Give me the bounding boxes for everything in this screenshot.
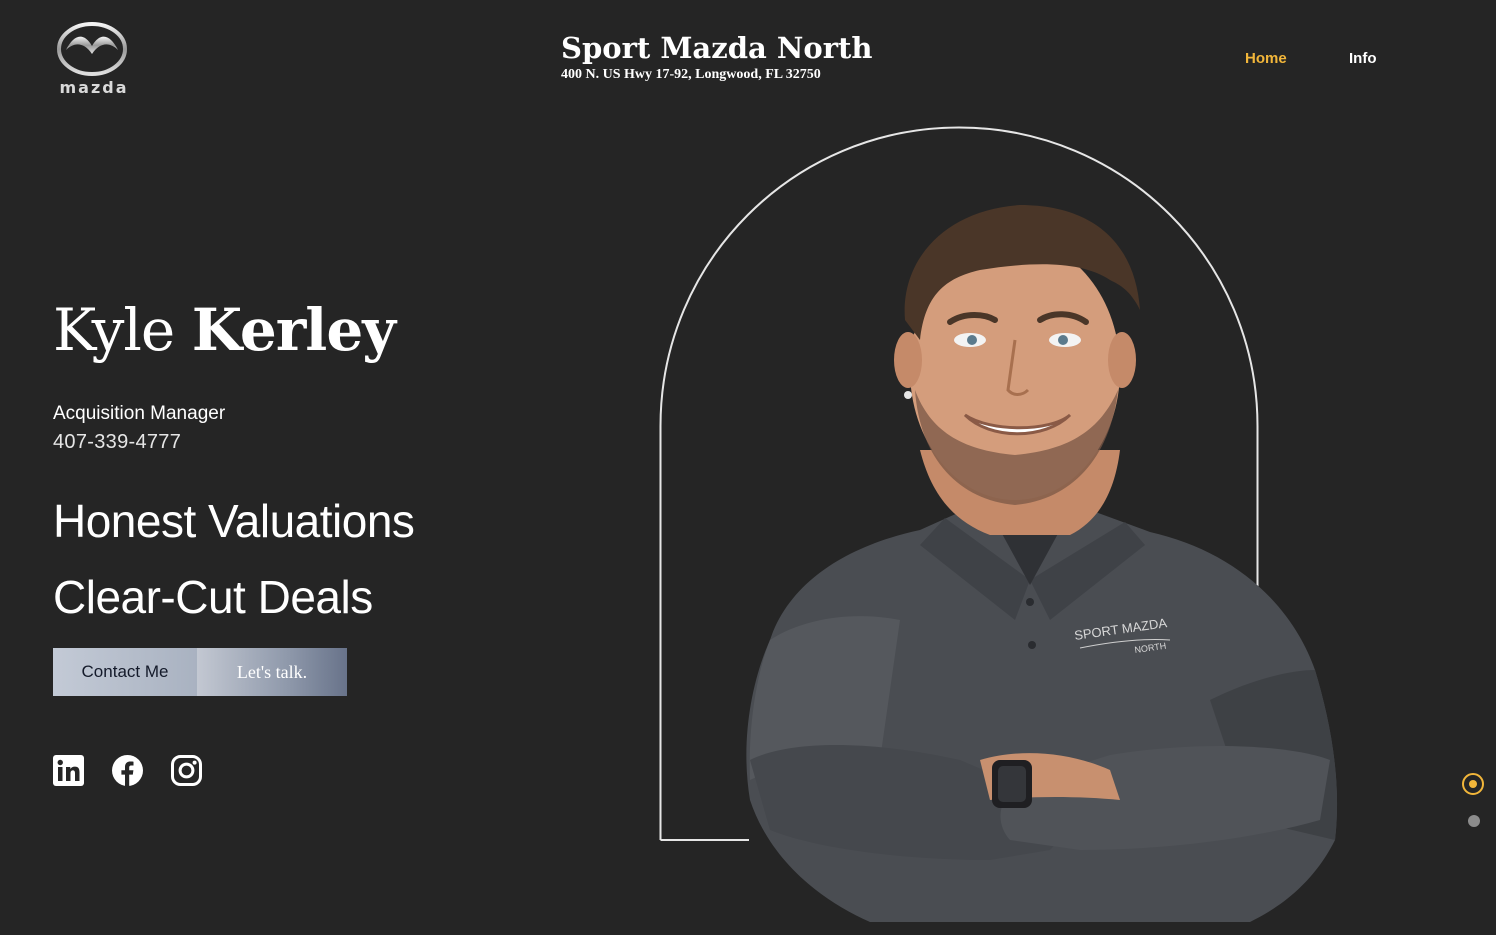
cta-group: Contact Me Let's talk. [53, 648, 347, 696]
phone-number[interactable]: 407-339-4777 [53, 430, 181, 454]
first-name: Kyle [53, 296, 175, 364]
mazda-logo[interactable]: mazda [50, 20, 140, 100]
mazda-wordmark: mazda [59, 78, 129, 97]
social-links [53, 755, 202, 786]
main-nav: Home Info [1245, 50, 1377, 67]
contact-me-button[interactable]: Contact Me [53, 648, 197, 696]
slide-indicator [1462, 773, 1488, 833]
nav-info-link[interactable]: Info [1349, 50, 1377, 67]
mazda-emblem-icon [57, 22, 127, 76]
dealer-address: 400 N. US Hwy 17-92, Longwood, FL 32750 [561, 67, 821, 82]
tagline-clear-cut-deals: Clear-Cut Deals [53, 571, 373, 623]
dealer-name: Sport Mazda North [561, 31, 873, 65]
linkedin-icon[interactable] [53, 755, 84, 786]
dealer-brand: Sport Mazda North 400 N. US Hwy 17-92, L… [561, 30, 872, 84]
last-name: Kerley [191, 296, 396, 364]
salesperson-portrait: SPORT MAZDA NORTH [746, 205, 1338, 922]
lets-talk-button[interactable]: Let's talk. [197, 648, 347, 696]
job-title: Acquisition Manager [53, 403, 226, 424]
slide-dot-1-active[interactable] [1462, 773, 1484, 795]
tagline-honest-valuations: Honest Valuations [53, 495, 415, 547]
salesperson-name: Kyle Kerley [53, 295, 396, 365]
nav-home-link[interactable]: Home [1245, 50, 1349, 67]
facebook-icon[interactable] [112, 755, 143, 786]
slide-dot-2[interactable] [1468, 815, 1480, 827]
instagram-icon[interactable] [171, 755, 202, 786]
